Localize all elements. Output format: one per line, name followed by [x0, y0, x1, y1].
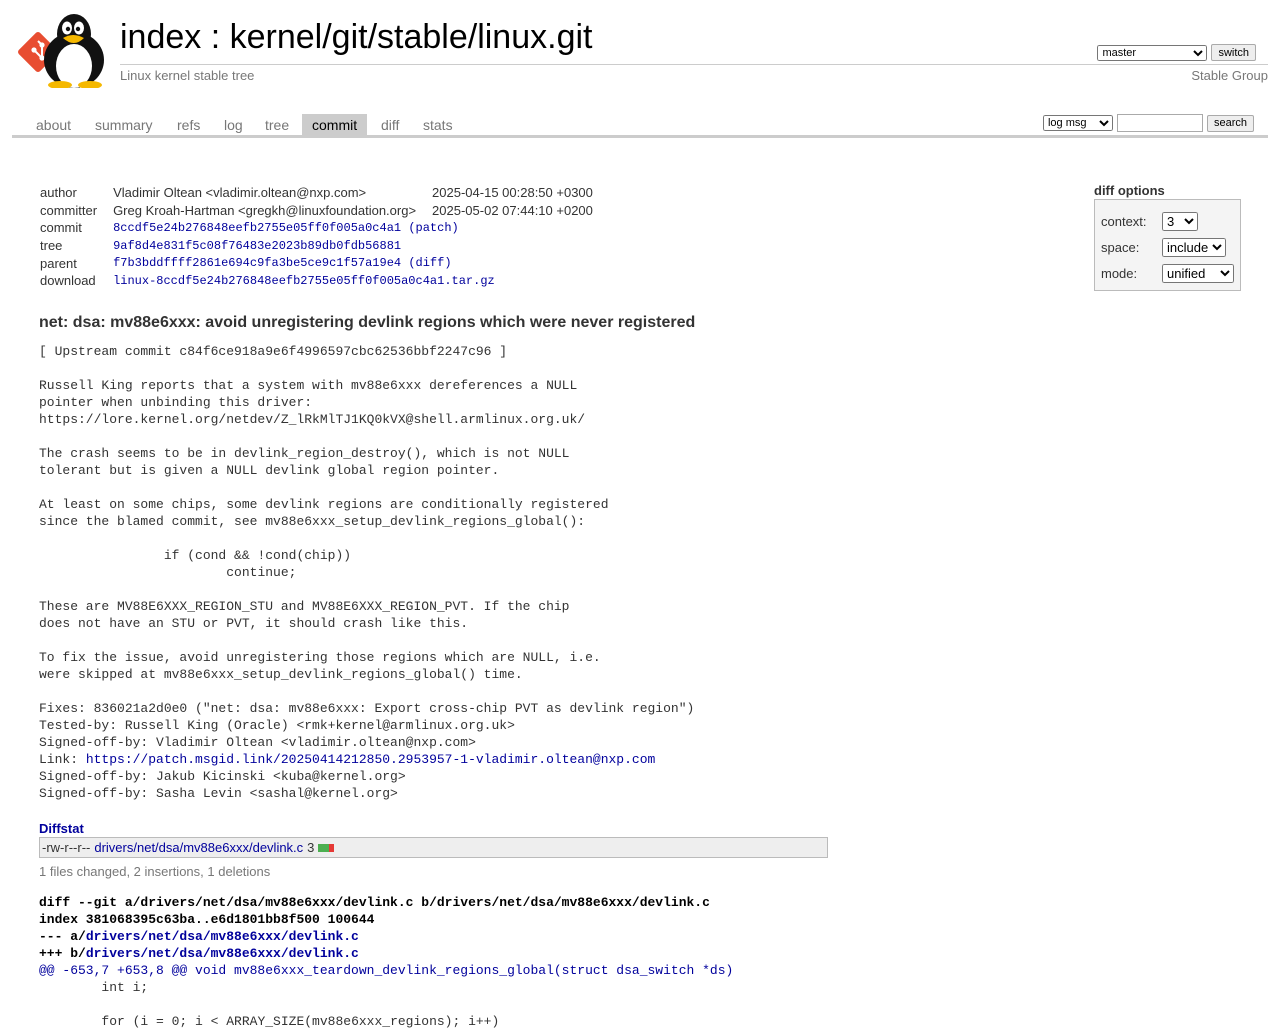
- tab-about[interactable]: about: [26, 114, 81, 135]
- commit-hash-link[interactable]: 8ccdf5e24b276848eefb2755e05ff0f005a0c4a1: [113, 221, 401, 235]
- diffstat-insertions-bar: [318, 843, 330, 852]
- diff-minus-header: --- a/drivers/net/dsa/mv88e6xxx/devlink.…: [39, 929, 359, 944]
- diffstat-change-count: 3: [307, 840, 315, 855]
- diff-options-panel: diff options context: 3 space: include m…: [1094, 183, 1241, 291]
- author-date: 2025-04-15 00:28:50 +0300: [432, 185, 593, 201]
- author-value: Vladimir Oltean <vladimir.oltean@nxp.com…: [113, 185, 367, 201]
- parent-hash-link[interactable]: f7b3bddffff2861e694c9fa3be5ce9c1f57a19e4: [113, 256, 401, 270]
- mode-select[interactable]: unified: [1162, 263, 1234, 283]
- committer-row: committer Greg Kroah-Hartman <gregkh@lin…: [38, 202, 595, 220]
- tree-hash-link[interactable]: 9af8d4e831f5c08f76483e2023b89db0fdb56881: [113, 239, 401, 253]
- diff-view: diff --git a/drivers/net/dsa/mv88e6xxx/d…: [39, 894, 733, 1030]
- diffstat-heading-link[interactable]: Diffstat: [39, 821, 84, 836]
- diff-context-line: int i;: [39, 980, 149, 995]
- repo-link[interactable]: kernel/git/stable/linux.git: [230, 18, 593, 56]
- switch-button[interactable]: switch: [1211, 44, 1256, 61]
- link-prefix: Link:: [39, 752, 86, 767]
- tab-diff[interactable]: diff: [371, 114, 409, 135]
- message-body: [ Upstream commit c84f6ce918a9e6f4996597…: [39, 344, 695, 750]
- cgit-tux-logo[interactable]: [16, 12, 112, 88]
- committer-date: 2025-05-02 07:44:10 +0200: [432, 202, 593, 218]
- download-row: download linux-8ccdf5e24b276848eefb2755e…: [38, 272, 595, 290]
- diffstat-file-link[interactable]: drivers/net/dsa/mv88e6xxx/devlink.c: [94, 840, 303, 855]
- space-select[interactable]: include: [1162, 237, 1226, 257]
- diff-context-line: for (i = 0; i < ARRAY_SIZE(mv88e6xxx_reg…: [39, 1014, 500, 1029]
- diffstat-summary: 1 files changed, 2 insertions, 1 deletio…: [39, 864, 271, 879]
- search-input[interactable]: [1116, 114, 1203, 132]
- parent-diff-link[interactable]: (diff): [408, 256, 451, 270]
- tab-commit[interactable]: commit: [302, 114, 368, 135]
- download-label: download: [40, 273, 96, 289]
- repo-description: Linux kernel stable tree: [120, 68, 255, 83]
- diff-git-header: diff --git a/drivers/net/dsa/mv88e6xxx/d…: [39, 895, 710, 910]
- tree-label: tree: [40, 238, 63, 254]
- diff-hunk-header: @@ -653,7 +653,8 @@ void mv88e6xxx_teard…: [39, 963, 734, 978]
- tab-log[interactable]: log: [214, 114, 253, 135]
- title-separator: :: [201, 18, 230, 56]
- commit-message: [ Upstream commit c84f6ce918a9e6f4996597…: [39, 343, 694, 802]
- space-label: space:: [1101, 239, 1140, 255]
- tree-row: tree 9af8d4e831f5c08f76483e2023b89db0fdb…: [38, 237, 595, 255]
- diff-new-file-link[interactable]: drivers/net/dsa/mv88e6xxx/devlink.c: [86, 946, 359, 961]
- diff-options-heading: diff options: [1094, 183, 1165, 198]
- context-label: context:: [1101, 213, 1147, 229]
- patch-link[interactable]: (patch): [408, 221, 458, 235]
- diff-old-file-link[interactable]: drivers/net/dsa/mv88e6xxx/devlink.c: [86, 929, 359, 944]
- download-link[interactable]: linux-8ccdf5e24b276848eefb2755e05ff0f005…: [113, 274, 495, 288]
- tab-refs[interactable]: refs: [167, 114, 210, 135]
- commit-info: author Vladimir Oltean <vladimir.oltean@…: [38, 184, 595, 290]
- branch-select[interactable]: master: [1097, 44, 1208, 61]
- tab-tree[interactable]: tree: [255, 114, 299, 135]
- tab-stats[interactable]: stats: [413, 114, 463, 135]
- page-title: index : kernel/git/stable/linux.git: [120, 18, 593, 57]
- diff-plus-header: +++ b/drivers/net/dsa/mv88e6xxx/devlink.…: [39, 946, 359, 961]
- search-mode-select[interactable]: log msg: [1042, 115, 1113, 131]
- header-divider: [120, 64, 1268, 65]
- author-row: author Vladimir Oltean <vladimir.oltean@…: [38, 184, 595, 202]
- index-link[interactable]: index: [120, 18, 201, 56]
- tab-summary[interactable]: summary: [85, 114, 163, 135]
- branch-switch-form: master switch: [1097, 44, 1256, 61]
- diffstat-table: -rw-r--r-- drivers/net/dsa/mv88e6xxx/dev…: [39, 837, 828, 858]
- header: index : kernel/git/stable/linux.git mast…: [12, 10, 1268, 88]
- diffstat-graph-bar: [318, 843, 335, 852]
- search-button[interactable]: search: [1206, 114, 1254, 132]
- committer-value: Greg Kroah-Hartman <gregkh@linuxfoundati…: [113, 202, 417, 218]
- parent-row: parent f7b3bddffff2861e694c9fa3be5ce9c1f…: [38, 254, 595, 272]
- message-tail: Signed-off-by: Jakub Kicinski <kuba@kern…: [39, 769, 406, 801]
- diffstat-deletions-bar: [329, 843, 335, 852]
- commit-label: commit: [40, 220, 82, 236]
- commit-row: commit 8ccdf5e24b276848eefb2755e05ff0f00…: [38, 219, 595, 237]
- tab-bar: about summary refs log tree commit diff …: [12, 114, 1268, 138]
- author-label: author: [40, 185, 77, 201]
- diff-index-line: index 381068395c63ba..e6d1801bb8f500 100…: [39, 912, 375, 927]
- patch-msgid-link[interactable]: https://patch.msgid.link/20250414212850.…: [86, 752, 656, 767]
- plus-prefix: +++ b/: [39, 946, 86, 961]
- minus-prefix: --- a/: [39, 929, 86, 944]
- file-mode: -rw-r--r--: [42, 840, 91, 855]
- repo-owner: Stable Group: [1191, 68, 1268, 83]
- search-form: log msg search: [1042, 114, 1254, 132]
- commit-subject: net: dsa: mv88e6xxx: avoid unregistering…: [39, 314, 696, 331]
- committer-label: committer: [40, 202, 98, 218]
- mode-label: mode:: [1101, 265, 1138, 281]
- context-select[interactable]: 3: [1162, 211, 1198, 231]
- parent-label: parent: [40, 255, 77, 271]
